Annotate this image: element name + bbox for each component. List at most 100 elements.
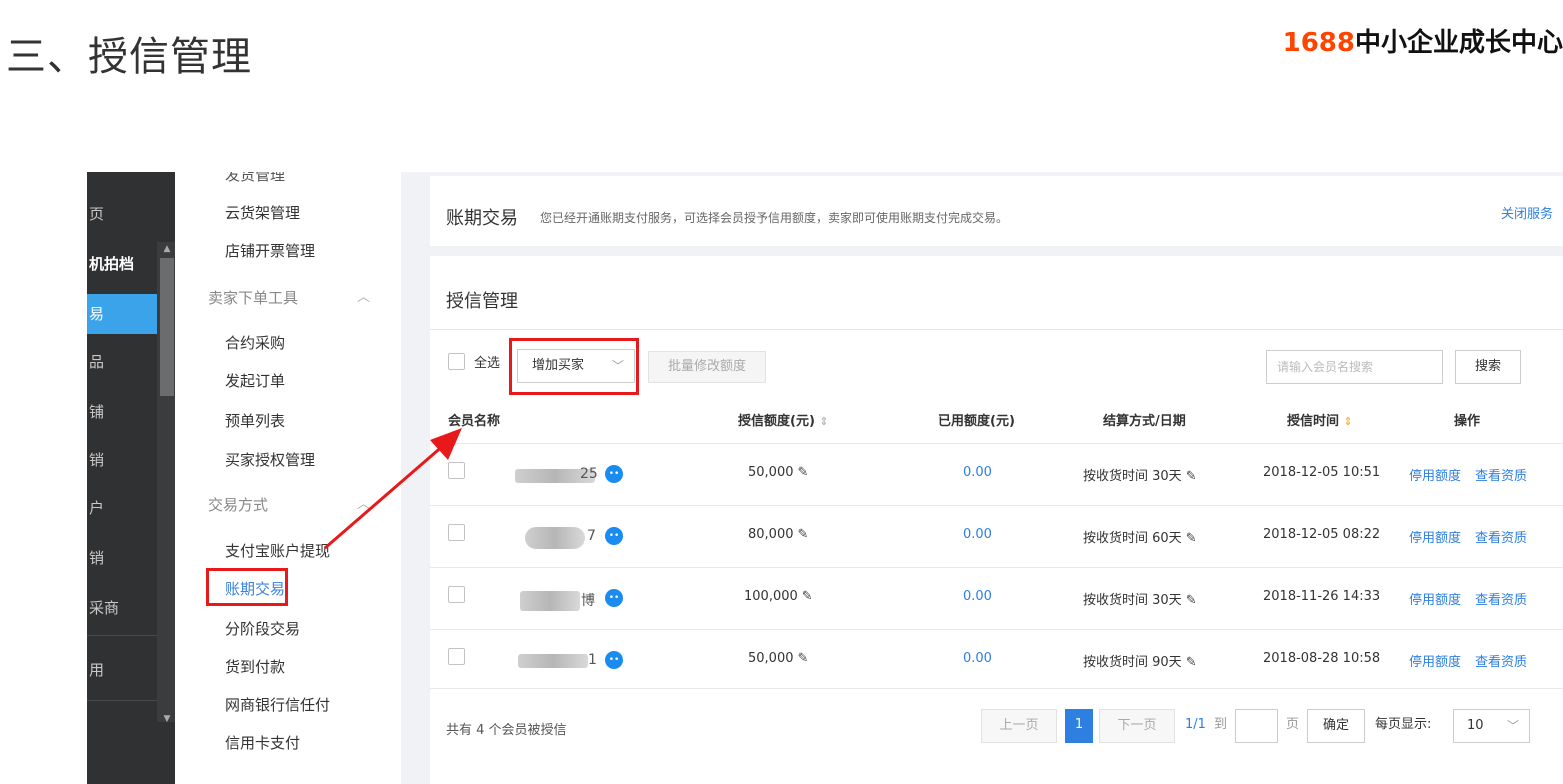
col-credit-limit[interactable]: 授信额度(元) ⇕ (738, 410, 829, 429)
sub-item-mybank[interactable]: 网商银行信任付 (225, 694, 330, 715)
settlement-value: 按收货时间 30天 ✎ (1083, 589, 1197, 608)
sub-group-seller-tools[interactable]: 卖家下单工具 (208, 287, 298, 308)
chat-icon[interactable]: •• (605, 651, 623, 669)
scroll-down-icon[interactable]: ▼ (160, 712, 174, 726)
chat-icon[interactable]: •• (605, 527, 623, 545)
confirm-page-button[interactable]: 确定 (1307, 709, 1365, 743)
edit-pencil-icon[interactable]: ✎ (798, 465, 809, 480)
disable-credit-link[interactable]: 停用额度 (1409, 465, 1461, 484)
row-checkbox[interactable] (448, 648, 465, 665)
nav-item-product[interactable]: 品 (87, 342, 157, 382)
goto-page-input[interactable] (1235, 709, 1278, 743)
prev-page-button[interactable]: 上一页 (981, 709, 1057, 743)
disable-credit-link[interactable]: 停用额度 (1409, 589, 1461, 608)
col-credit-limit-label: 授信额度(元) (738, 414, 815, 429)
nav-item-partner[interactable]: 机拍档 (87, 244, 157, 284)
table-header: 会员名称 授信额度(元) ⇕ 已用额度(元) 结算方式/日期 授信时间 ⇕ 操作 (430, 395, 1563, 443)
sub-item-pre-orders[interactable]: 预单列表 (225, 410, 285, 431)
chevron-up-icon[interactable]: ︿ (357, 493, 370, 512)
credit-title: 授信管理 (446, 291, 518, 312)
sub-group-payment-methods[interactable]: 交易方式 (208, 494, 268, 515)
sub-item-alipay-withdraw[interactable]: 支付宝账户提现 (225, 540, 330, 561)
sub-item-cloud-shelf[interactable]: 云货架管理 (225, 202, 300, 223)
view-qualification-link[interactable]: 查看资质 (1475, 651, 1527, 670)
next-page-button[interactable]: 下一页 (1099, 709, 1175, 743)
chevron-up-icon[interactable]: ︿ (357, 286, 370, 305)
edit-pencil-icon[interactable]: ✎ (1186, 655, 1197, 670)
used-value: 0.00 (963, 527, 992, 542)
chat-icon[interactable]: •• (605, 589, 623, 607)
settlement-value: 按收货时间 60天 ✎ (1083, 527, 1197, 546)
select-all-label[interactable]: 全选 (474, 352, 500, 371)
credit-limit-value: 80,000 ✎ (748, 527, 808, 542)
row-checkbox[interactable] (448, 586, 465, 603)
sub-item-contract[interactable]: 合约采购 (225, 332, 285, 353)
nav-item-home[interactable]: 页 (87, 194, 157, 234)
nav-item-marketing[interactable]: 销 (87, 440, 157, 480)
scroll-up-icon[interactable]: ▲ (160, 242, 174, 256)
table-row: 25 •• 50,000 ✎ 0.00 按收货时间 30天 ✎ 2018-12-05… (430, 443, 1563, 505)
credit-time: 2018-12-05 08:22 (1263, 527, 1381, 542)
view-qualification-link[interactable]: 查看资质 (1475, 589, 1527, 608)
divider (430, 329, 1563, 330)
credit-limit-amount: 100,000 (744, 589, 798, 604)
nav-item-trade[interactable]: 易 (87, 294, 157, 334)
nav-scroll-thumb[interactable] (160, 258, 174, 396)
view-qualification-link[interactable]: 查看资质 (1475, 527, 1527, 546)
edit-pencil-icon[interactable]: ✎ (802, 589, 813, 604)
row-checkbox[interactable] (448, 524, 465, 541)
used-value: 0.00 (963, 651, 992, 666)
sub-item-create-order[interactable]: 发起订单 (225, 370, 285, 391)
nav-divider (87, 700, 157, 701)
col-time[interactable]: 授信时间 ⇕ (1287, 410, 1353, 429)
member-name-suffix[interactable]: 25 (580, 466, 598, 482)
member-name-suffix[interactable]: 博 (581, 590, 595, 610)
nav-item-customer[interactable]: 户 (87, 488, 157, 528)
batch-modify-button[interactable]: 批量修改额度 (648, 351, 766, 383)
sub-item-credit-card[interactable]: 信用卡支付 (225, 732, 300, 753)
sub-item-buyer-auth[interactable]: 买家授权管理 (225, 449, 315, 470)
blurred-member-name (520, 591, 580, 611)
edit-pencil-icon[interactable]: ✎ (1186, 593, 1197, 608)
nav-item-distribution[interactable]: 销 (87, 538, 157, 578)
credit-limit-amount: 50,000 (748, 651, 794, 666)
slide-title: 三、授信管理 (6, 34, 252, 80)
sub-item-shipping[interactable]: 发货管理 (225, 172, 285, 185)
sub-item-cod[interactable]: 货到付款 (225, 656, 285, 677)
credit-time: 2018-11-26 14:33 (1263, 589, 1381, 604)
close-service-link[interactable]: 关闭服务 (1501, 203, 1553, 222)
secondary-nav: 发货管理 云货架管理 店铺开票管理 卖家下单工具 ︿ 合约采购 发起订单 预单列… (175, 172, 401, 784)
sort-icon[interactable]: ⇕ (1344, 415, 1353, 428)
nav-item-procurement[interactable]: 采商 (87, 588, 157, 628)
disable-credit-link[interactable]: 停用额度 (1409, 527, 1461, 546)
sub-item-invoice[interactable]: 店铺开票管理 (225, 240, 315, 261)
edit-pencil-icon[interactable]: ✎ (798, 527, 809, 542)
edit-pencil-icon[interactable]: ✎ (1186, 531, 1197, 546)
sub-item-staged-trade[interactable]: 分阶段交易 (225, 618, 300, 639)
settlement-text: 按收货时间 60天 (1083, 531, 1182, 546)
row-checkbox[interactable] (448, 462, 465, 479)
nav-item-apps[interactable]: 用 (87, 650, 157, 690)
col-ops: 操作 (1454, 414, 1481, 429)
nav-item-shop[interactable]: 铺 (87, 392, 157, 432)
sort-icon[interactable]: ⇕ (819, 415, 828, 428)
search-input[interactable]: 请输入会员名搜索 (1266, 350, 1443, 384)
disable-credit-link[interactable]: 停用额度 (1409, 651, 1461, 670)
page-1-button[interactable]: 1 (1065, 709, 1093, 743)
chat-icon[interactable]: •• (605, 465, 623, 483)
edit-pencil-icon[interactable]: ✎ (1186, 469, 1197, 484)
member-name-suffix[interactable]: 7 (587, 528, 596, 544)
search-button[interactable]: 搜索 (1455, 350, 1521, 384)
brand-logo: 1688中小企业成长中心 (1283, 22, 1563, 59)
table-row: 7 •• 80,000 ✎ 0.00 按收货时间 60天 ✎ 2018-12-05 … (430, 505, 1563, 567)
edit-pencil-icon[interactable]: ✎ (798, 651, 809, 666)
brand-number: 1688 (1282, 28, 1355, 58)
col-settlement: 结算方式/日期 (1103, 414, 1186, 429)
blurred-member-name (525, 527, 585, 549)
per-page-select[interactable]: 10 ﹀ (1453, 709, 1530, 743)
member-name-suffix[interactable]: 1 (588, 652, 597, 668)
credit-limit-value: 50,000 ✎ (748, 651, 808, 666)
settlement-text: 按收货时间 90天 (1083, 655, 1182, 670)
select-all-checkbox[interactable] (448, 353, 465, 370)
view-qualification-link[interactable]: 查看资质 (1475, 465, 1527, 484)
